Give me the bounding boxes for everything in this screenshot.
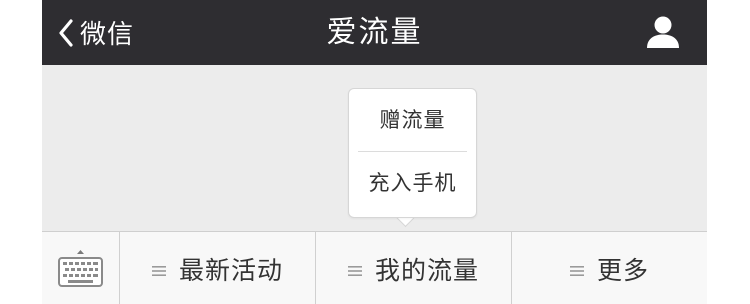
- menu-item-more[interactable]: 更多: [512, 232, 707, 304]
- menu-lines-icon: [347, 254, 362, 283]
- menu-lines-icon: [569, 254, 584, 283]
- keyboard-icon: [42, 250, 119, 304]
- keyboard-toggle-button[interactable]: [42, 232, 120, 304]
- phone-screen: 微信 爱流量 赠流量 充入手机 最新活动 我的流量 更多: [42, 0, 707, 304]
- menu-item-my-data[interactable]: 我的流量: [316, 232, 512, 304]
- person-icon: [645, 16, 681, 54]
- page-title: 爱流量: [326, 15, 423, 50]
- menu-item-label: 更多: [596, 255, 649, 285]
- submenu-item-recharge-phone[interactable]: 充入手机: [349, 152, 476, 214]
- submenu-item-gift-data[interactable]: 赠流量: [349, 89, 476, 151]
- submenu-popup: 赠流量 充入手机: [348, 88, 477, 218]
- menu-item-label: 我的流量: [374, 255, 479, 285]
- menu-item-latest-activities[interactable]: 最新活动: [120, 232, 316, 304]
- bottom-menu-bar: 最新活动 我的流量 更多: [42, 231, 707, 304]
- menu-lines-icon: [151, 254, 166, 283]
- menu-item-label: 最新活动: [178, 255, 283, 285]
- navigation-bar: 微信 爱流量: [42, 0, 707, 65]
- profile-button[interactable]: [645, 14, 681, 50]
